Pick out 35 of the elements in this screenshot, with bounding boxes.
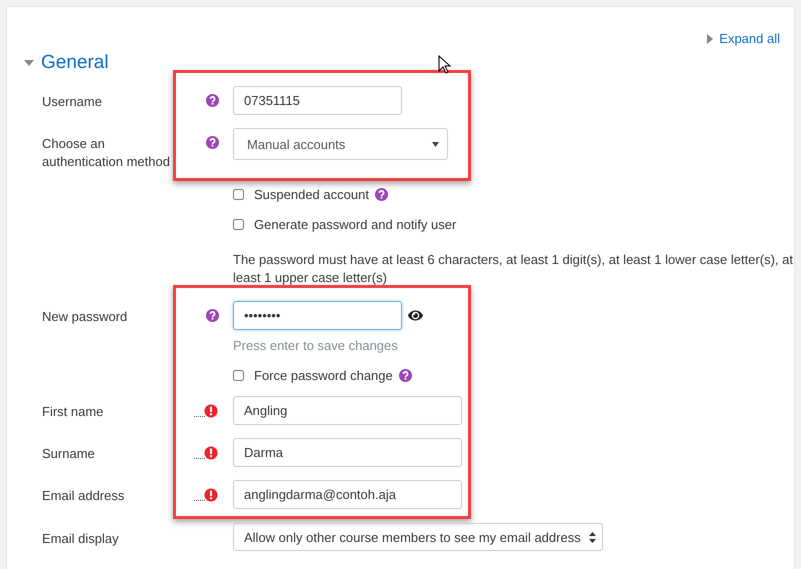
select-dropdown[interactable]: Manual accounts — [233, 128, 448, 160]
caret-icon[interactable] — [707, 34, 714, 44]
help-icon[interactable] — [374, 188, 388, 201]
sort-caret-icon — [588, 532, 596, 542]
password-field[interactable]: •••••••• — [233, 301, 402, 330]
field-label: Email display — [42, 530, 120, 548]
section-heading[interactable]: General — [41, 52, 109, 74]
field-label: New password — [42, 308, 128, 326]
help-icon[interactable] — [206, 309, 219, 322]
text-field[interactable]: anglingdarma@contoh.aja — [233, 480, 462, 509]
field-label: Username — [42, 93, 103, 111]
checkbox-label: Generate password and notify user — [254, 217, 456, 232]
password-requirements-text: The password must have at least 6 characters, at least 1 digit(s), at least 1 lower case letter(s), at least 1 upper case letter(s) — [233, 251, 793, 287]
field-label: Email address — [42, 487, 126, 505]
collapse-caret-icon[interactable] — [24, 60, 34, 66]
text-field[interactable]: 07351115 — [233, 86, 402, 115]
text-field[interactable]: Angling — [233, 396, 462, 425]
checkbox-label: Force password change — [254, 368, 393, 383]
select-dropdown[interactable]: Allow only other course members to see my email address — [233, 523, 603, 551]
field-hint: Press enter to save changes — [233, 338, 399, 353]
help-icon[interactable] — [206, 94, 219, 107]
eye-icon[interactable] — [408, 308, 423, 323]
checkbox[interactable] — [233, 189, 244, 200]
mouse-pointer-icon — [438, 55, 451, 74]
help-icon[interactable] — [206, 136, 219, 149]
caret-icon — [432, 142, 439, 146]
field-label: Surname — [42, 445, 96, 463]
text-field[interactable]: Darma — [233, 438, 462, 467]
expand-all-link[interactable]: Expand all — [707, 31, 780, 46]
checkbox-label: Suspended account — [254, 187, 369, 202]
field-label: First name — [42, 403, 104, 421]
checkbox[interactable] — [233, 219, 244, 230]
help-icon[interactable] — [398, 369, 412, 382]
checkbox[interactable] — [233, 370, 244, 381]
field-label: Choose an authentication method — [42, 135, 171, 171]
